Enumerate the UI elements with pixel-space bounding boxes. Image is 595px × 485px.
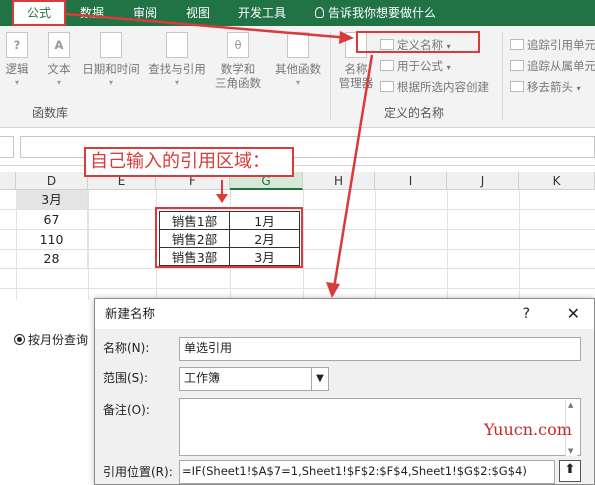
arrow-to-define-name xyxy=(65,12,351,40)
arrow-head xyxy=(216,194,228,203)
arrow-to-dialog xyxy=(332,54,374,289)
arrow-head xyxy=(339,31,354,44)
collapse-dialog-button[interactable]: ⬆ xyxy=(559,460,581,482)
scroll-up-icon[interactable]: ▲ xyxy=(568,401,573,409)
radio-label: 按月份查询 xyxy=(28,333,89,347)
chevron-down-icon[interactable]: ▼ xyxy=(311,367,329,391)
upload-arrow-icon: ⬆ xyxy=(564,462,576,477)
arrow-head xyxy=(326,282,340,298)
close-button[interactable]: ✕ xyxy=(567,299,580,329)
dialog-title-bar: 新建名称 ? ✕ xyxy=(95,299,594,329)
excel-window: 公式 数据 审阅 视图 开发工具 告诉我你想要做什么 ? 逻辑 ▾ A 文本 ▾… xyxy=(0,0,595,485)
scope-select[interactable]: 工作簿 xyxy=(179,367,313,391)
refers-to-input[interactable]: =IF(Sheet1!$A$7=1,Sheet1!$F$2:$F$4,Sheet… xyxy=(179,460,555,484)
help-button[interactable]: ? xyxy=(523,299,530,329)
month-query-radio[interactable]: 按月份查询 xyxy=(14,331,88,348)
new-name-dialog: 新建名称 ? ✕ 名称(N): 单选引用 范围(S): 工作簿 ▼ 备注(O):… xyxy=(94,298,595,485)
radio-selected-icon xyxy=(14,334,25,345)
watermark: Yuucn.com xyxy=(484,420,572,439)
name-label: 名称(N): xyxy=(103,341,150,355)
name-input[interactable]: 单选引用 xyxy=(179,337,581,361)
scope-label: 范围(S): xyxy=(103,371,149,385)
comment-label: 备注(O): xyxy=(103,403,150,417)
dialog-title: 新建名称 xyxy=(105,306,156,321)
refers-to-label: 引用位置(R): xyxy=(103,465,173,479)
scroll-down-icon[interactable]: ▼ xyxy=(568,447,573,455)
